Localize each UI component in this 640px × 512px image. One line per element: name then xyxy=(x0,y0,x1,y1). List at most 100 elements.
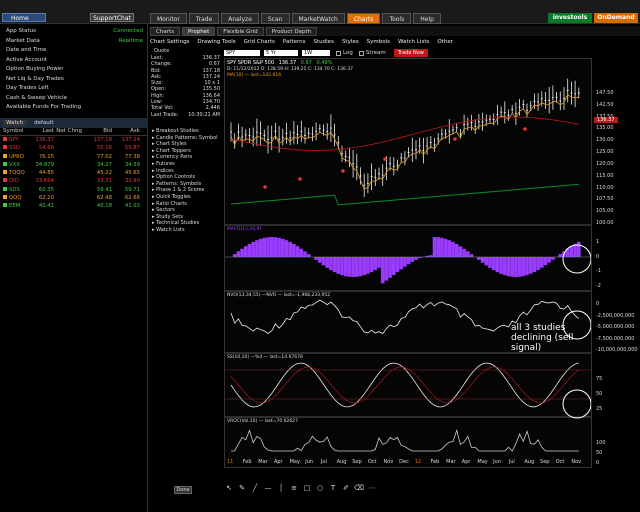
study-item[interactable]: ▸ Candle Patterns: Symbol xyxy=(150,135,222,142)
menu-chart-settings[interactable]: Chart Settings xyxy=(150,39,189,45)
brush-icon[interactable]: ✐ xyxy=(341,483,351,493)
done-button[interactable]: Done xyxy=(174,486,192,494)
study-item[interactable]: ▸ Futures xyxy=(150,161,222,168)
study-item[interactable]: ▸ Currency Pairs xyxy=(150,154,222,161)
study-item[interactable]: ▸ Technical Studies xyxy=(150,220,222,227)
menu-studies[interactable]: Studies xyxy=(314,39,334,45)
watchlist-row[interactable]: QID 33.664 33.71 32.90 xyxy=(0,177,148,185)
account-row[interactable]: Net Liq & Day Trades xyxy=(0,75,147,85)
col-last[interactable]: Last xyxy=(30,128,54,135)
row-last: 40.41 xyxy=(38,203,54,210)
subtab-product-depth[interactable]: Product Depth xyxy=(265,26,318,36)
study-item[interactable]: ▸ Phase 1 & 2 Scores xyxy=(150,187,222,194)
vertical-line-icon[interactable]: │ xyxy=(276,483,286,493)
stream-checkbox[interactable] xyxy=(358,50,364,56)
watchlist-link[interactable]: Watch xyxy=(3,120,27,126)
watchlist-row[interactable]: TQQQ 44.85 45.22 45.65 xyxy=(0,169,148,177)
watchlist-row[interactable]: SPY 136.37 137.18 137.24 xyxy=(0,136,148,144)
chart-header: SPY 5 Yr 1W Log Stream Trade Now xyxy=(224,48,640,58)
study-item[interactable]: ▸ Chart Styles xyxy=(150,141,222,148)
macd-bar xyxy=(528,257,533,274)
brand-logo[interactable]: investools xyxy=(548,13,592,23)
menu-drawing-tools[interactable]: Drawing Tools xyxy=(197,39,235,45)
study-item[interactable]: ▸ Study Sets xyxy=(150,214,222,221)
study-item[interactable]: ▸ Ratio Charts xyxy=(150,201,222,208)
tab-trade[interactable]: Trade xyxy=(188,13,220,24)
watchlist-row[interactable]: SSO 54.66 55.16 55.87 xyxy=(0,144,148,152)
axis-tick-label: 125.00 xyxy=(596,149,614,156)
account-row[interactable]: Active Account xyxy=(0,56,147,66)
trade-now-button[interactable]: Trade Now xyxy=(393,49,428,57)
log-checkbox[interactable] xyxy=(336,50,341,56)
study-item[interactable]: ▸ Quick Toggles xyxy=(150,194,222,201)
row-chg xyxy=(54,169,82,177)
home-button[interactable]: Home xyxy=(2,13,46,22)
study-item[interactable]: ▸ Indices xyxy=(150,168,222,175)
text-icon[interactable]: T xyxy=(328,483,338,493)
support-chat-button[interactable]: SupportChat xyxy=(90,13,134,22)
tab-charts[interactable]: Charts xyxy=(346,13,381,24)
study-item[interactable]: ▸ Chart Toppers xyxy=(150,148,222,155)
menu-patterns[interactable]: Patterns xyxy=(283,39,306,45)
row-symbol: SPY xyxy=(0,136,30,144)
tab-help[interactable]: Help xyxy=(413,13,441,24)
tab-marketwatch[interactable]: MarketWatch xyxy=(291,13,345,24)
macd-bar xyxy=(292,243,296,257)
col-bid[interactable]: Bid xyxy=(82,128,112,135)
study-item[interactable]: ▸ Sectors xyxy=(150,207,222,214)
ondemand-button[interactable]: OnDemand xyxy=(594,13,638,23)
aggregation-select[interactable]: 1W xyxy=(302,50,330,56)
study-item[interactable]: ▸ Breakout Studies xyxy=(150,128,222,135)
account-row[interactable]: Market Data Realtime xyxy=(0,37,147,47)
cursor-icon[interactable]: ↖ xyxy=(224,483,234,493)
eraser-icon[interactable]: ⌫ xyxy=(354,483,364,493)
watchlist-row[interactable]: QQQ 62.20 62.48 62.66 xyxy=(0,194,148,202)
x-tick-label: Dec xyxy=(399,459,409,465)
tab-analyze[interactable]: Analyze xyxy=(221,13,259,24)
rectangle-icon[interactable]: □ xyxy=(302,483,312,493)
chart-area[interactable]: SPY SPDR S&P 500 136.37 0.67 0.49% D: 11… xyxy=(224,58,592,468)
trendline-icon[interactable]: ╱ xyxy=(250,483,260,493)
col-ask[interactable]: Ask xyxy=(112,128,142,135)
menu-grid-charts[interactable]: Grid Charts xyxy=(244,39,275,45)
menu-symbols[interactable]: Symbols xyxy=(367,39,390,45)
fibonacci-icon[interactable]: ≡ xyxy=(289,483,299,493)
axis-tick-label: 135.00 xyxy=(596,125,614,132)
row-last: 62.20 xyxy=(38,195,54,202)
symbol-input[interactable]: SPY xyxy=(224,50,260,56)
pencil-icon[interactable]: ✎ xyxy=(237,483,247,493)
study-item[interactable]: ▸ Option Controls xyxy=(150,174,222,181)
account-row[interactable]: Available Funds For Trading xyxy=(0,103,147,113)
study-item[interactable]: ▸ Patterns: Symbols xyxy=(150,181,222,188)
menu-other[interactable]: Other xyxy=(437,39,453,45)
account-row[interactable]: Day Trades Left xyxy=(0,84,147,94)
subtab-charts[interactable]: Charts xyxy=(150,26,180,36)
circle-icon[interactable]: ○ xyxy=(315,483,325,493)
watchlist-row[interactable]: UPRO 76.15 77.02 77.38 xyxy=(0,153,148,161)
account-row[interactable]: Cash & Sweep Vehicle xyxy=(0,94,147,104)
menu-watch-lists[interactable]: Watch Lists xyxy=(398,39,429,45)
col-symbol[interactable]: Symbol xyxy=(0,128,30,135)
macd-bar xyxy=(251,241,255,257)
axis-tick-label: -7,500,000,000 xyxy=(596,335,635,342)
horizontal-line-icon[interactable]: — xyxy=(263,483,273,493)
period-select[interactable]: 5 Yr xyxy=(264,50,298,56)
study-item[interactable]: ▸ Watch Lists xyxy=(150,227,222,234)
account-row[interactable]: App Status Connected xyxy=(0,27,147,37)
more-icon[interactable]: ⋯ xyxy=(367,483,377,493)
subtab-prophet[interactable]: Prophet xyxy=(181,26,216,36)
watchlist-row[interactable]: SDS 60.35 59.41 59.71 xyxy=(0,186,148,194)
main-tabs: Monitor Trade Analyze Scan MarketWatch C… xyxy=(150,13,443,24)
tab-tools[interactable]: Tools xyxy=(382,13,412,24)
subtab-flexible-grid[interactable]: Flexible Grid xyxy=(217,26,264,36)
watchlist-row[interactable]: EEM 40.41 40.18 41.03 xyxy=(0,202,148,210)
tab-scan[interactable]: Scan xyxy=(260,13,290,24)
menu-styles[interactable]: Styles xyxy=(342,39,359,45)
account-row[interactable]: Date and Time xyxy=(0,46,147,56)
row-symbol: SSO xyxy=(0,144,30,152)
col-net-chng[interactable]: Net Chng xyxy=(54,128,82,135)
watchlist-name[interactable]: default xyxy=(34,120,53,126)
account-row[interactable]: Option Buying Power xyxy=(0,65,147,75)
tab-monitor[interactable]: Monitor xyxy=(150,13,187,24)
watchlist-row[interactable]: VXX 34.879 34.27 34.39 xyxy=(0,161,148,169)
